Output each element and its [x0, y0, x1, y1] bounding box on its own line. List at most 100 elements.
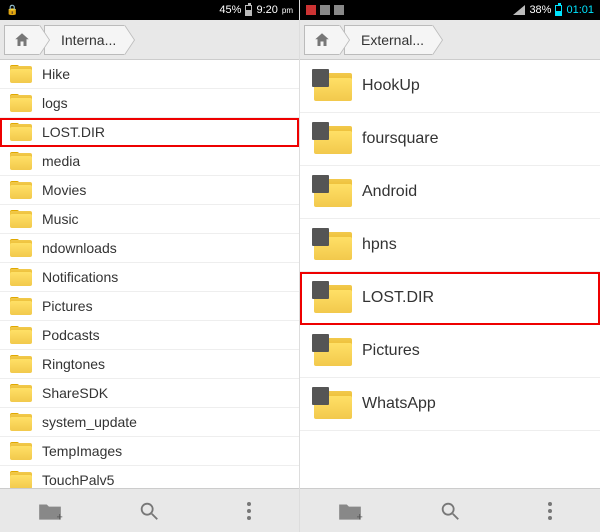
lock-icon: 🔒 [6, 5, 18, 16]
new-folder-button[interactable]: + [30, 491, 70, 531]
breadcrumb-home[interactable] [304, 25, 340, 55]
folder-row[interactable]: ndownloads [0, 234, 299, 263]
folder-label: logs [42, 95, 68, 111]
folder-row[interactable]: Notifications [0, 263, 299, 292]
folder-label: Ringtones [42, 356, 105, 372]
folder-label: ShareSDK [42, 385, 108, 401]
svg-text:+: + [357, 511, 363, 521]
folder-row[interactable]: Android [300, 166, 600, 219]
folder-row[interactable]: TouchPalv5 [0, 466, 299, 488]
folder-label: LOST.DIR [362, 289, 434, 307]
folder-label: Pictures [362, 342, 420, 360]
folder-row[interactable]: Pictures [0, 292, 299, 321]
folder-icon [10, 65, 32, 83]
battery-percent: 38% [529, 4, 551, 16]
sd-badge-icon [312, 281, 329, 299]
folder-label: Music [42, 211, 79, 227]
home-icon [13, 31, 31, 49]
breadcrumb-label: Interna... [61, 32, 116, 48]
folder-label: Notifications [42, 269, 118, 285]
folder-icon [10, 181, 32, 199]
folder-label: LOST.DIR [42, 124, 105, 140]
folder-icon [10, 210, 32, 228]
status-bar: 38% 01:01 [300, 0, 600, 20]
battery-icon [245, 5, 252, 16]
folder-icon [10, 297, 32, 315]
folder-label: TouchPalv5 [42, 472, 114, 488]
folder-label: ndownloads [42, 240, 117, 256]
overflow-menu-button[interactable] [530, 491, 570, 531]
folder-icon [314, 283, 352, 313]
folder-row[interactable]: Music [0, 205, 299, 234]
folder-row[interactable]: Hike [0, 60, 299, 89]
breadcrumb-bar: External... [300, 20, 600, 60]
folder-row[interactable]: foursquare [300, 113, 600, 166]
folder-label: TempImages [42, 443, 122, 459]
folder-label: HookUp [362, 77, 420, 95]
sd-badge-icon [312, 175, 329, 193]
folder-label: foursquare [362, 130, 439, 148]
folder-list-external: HookUp foursquare Android hpns LOST.DIR [300, 60, 600, 488]
folder-row[interactable]: system_update [0, 408, 299, 437]
folder-label: system_update [42, 414, 137, 430]
folder-row[interactable]: Pictures [300, 325, 600, 378]
folder-label: Movies [42, 182, 86, 198]
more-icon [247, 502, 251, 520]
search-icon [138, 500, 160, 522]
search-icon [439, 500, 461, 522]
search-button[interactable] [430, 491, 470, 531]
folder-icon [10, 152, 32, 170]
sd-badge-icon [312, 228, 329, 246]
breadcrumb-label: External... [361, 32, 424, 48]
folder-label: media [42, 153, 80, 169]
svg-text:+: + [56, 511, 62, 521]
search-button[interactable] [129, 491, 169, 531]
breadcrumb-current[interactable]: External... [344, 25, 433, 55]
folder-label: Pictures [42, 298, 93, 314]
folder-icon [314, 389, 352, 419]
clock-time: 01:01 [566, 4, 594, 16]
folder-icon [10, 413, 32, 431]
breadcrumb-current[interactable]: Interna... [44, 25, 125, 55]
folder-icon [10, 268, 32, 286]
folder-row[interactable]: WhatsApp [300, 378, 600, 431]
folder-row[interactable]: LOST.DIR [0, 118, 299, 147]
sd-badge-icon [312, 122, 329, 140]
overflow-menu-button[interactable] [229, 491, 269, 531]
screen-external: 38% 01:01 External... HookUp foursquare [300, 0, 600, 532]
folder-row[interactable]: LOST.DIR [300, 272, 600, 325]
folder-row[interactable]: ShareSDK [0, 379, 299, 408]
folder-label: Podcasts [42, 327, 100, 343]
folder-label: hpns [362, 236, 397, 254]
folder-icon [10, 123, 32, 141]
folder-icon [314, 71, 352, 101]
folder-icon [314, 124, 352, 154]
folder-icon [314, 230, 352, 260]
folder-icon [10, 442, 32, 460]
signal-icon [513, 5, 525, 15]
folder-row[interactable]: Movies [0, 176, 299, 205]
folder-row[interactable]: TempImages [0, 437, 299, 466]
bottom-toolbar: + [300, 488, 600, 532]
folder-row[interactable]: Podcasts [0, 321, 299, 350]
folder-row[interactable]: media [0, 147, 299, 176]
folder-icon [314, 336, 352, 366]
folder-row[interactable]: logs [0, 89, 299, 118]
breadcrumb-home[interactable] [4, 25, 40, 55]
home-icon [313, 31, 331, 49]
sd-badge-icon [312, 387, 329, 405]
folder-list-internal: Hike logs LOST.DIR media Movies [0, 60, 299, 488]
folder-icon [10, 94, 32, 112]
folder-row[interactable]: HookUp [300, 60, 600, 113]
breadcrumb-bar: Interna... [0, 20, 299, 60]
sd-badge-icon [312, 69, 329, 87]
status-bar: 🔒 45% 9:20 pm [0, 0, 299, 20]
new-folder-button[interactable]: + [330, 491, 370, 531]
folder-row[interactable]: hpns [300, 219, 600, 272]
folder-row[interactable]: Ringtones [0, 350, 299, 379]
clock-ampm: pm [282, 6, 293, 15]
notification-icon [306, 5, 316, 15]
screen-internal: 🔒 45% 9:20 pm Interna... Hike log [0, 0, 300, 532]
clock-time: 9:20 [256, 4, 277, 16]
folder-icon [10, 384, 32, 402]
